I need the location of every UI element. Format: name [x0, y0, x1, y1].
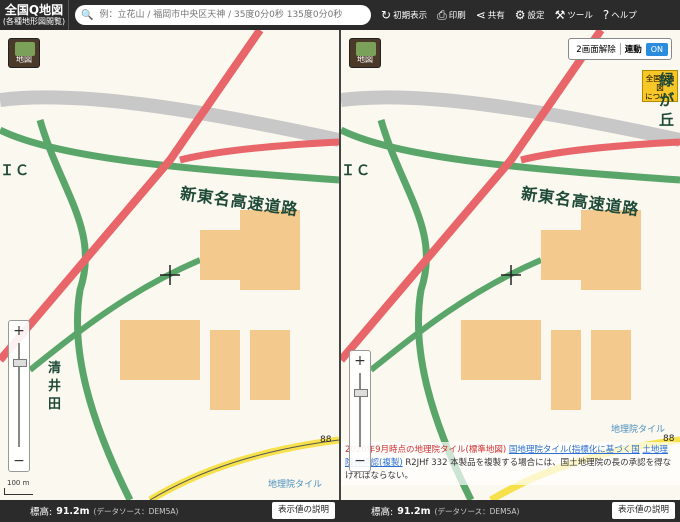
map-pane-left[interactable]: 地図 新東名高速道路 清井田 ＩＣ 88 地理院タイル + − 100 m [0, 30, 339, 500]
tool-icon: ⚒ [554, 8, 566, 22]
zoom-control-right: + − [349, 350, 371, 472]
zoom-slider-handle-right[interactable] [354, 389, 368, 397]
attribution-link-1[interactable]: 国地理院タイル(指標化に基づく国 [509, 445, 640, 455]
top-toolbar: 全国Q地図 (各種地形図閲覧) 🔍 ↻ 初期表示 ⎙ 印刷 ⋖ 共有 ⚙ 設定 … [0, 0, 680, 30]
zoom-out-button[interactable]: − [9, 453, 29, 469]
zoom-slider-handle[interactable] [13, 359, 27, 367]
app-logo[interactable]: 全国Q地図 (各種地形図閲覧) [0, 0, 69, 30]
settings-button[interactable]: ⚙ 設定 [515, 8, 545, 22]
search-icon: 🔍 [81, 9, 94, 21]
scale-bar-left: 100 m [4, 480, 33, 495]
attribution-notice: 2020年9月時点の地理院タイル(標準地図) 国地理院タイル(指標化に基づく国 … [341, 442, 680, 485]
ic-label-right: ＩＣ [341, 163, 371, 179]
gsi-tile-label-left: 地理院タイル [268, 480, 323, 490]
share-icon: ⋖ [475, 8, 486, 22]
place-label-kiyoi: 清井田 [48, 361, 63, 412]
elevation-mark-left: 88 [320, 435, 332, 445]
zoom-control-left: + − [8, 320, 30, 472]
logo-title: 全国Q地図 [4, 3, 64, 17]
zoom-track-right [359, 373, 361, 447]
basemap-switch-button[interactable]: 地図 [8, 38, 40, 68]
explain-values-button-right[interactable]: 表示値の説明 [612, 502, 676, 519]
printer-icon: ⎙ [437, 7, 447, 22]
place-label-midori: 緑が丘 [659, 71, 676, 129]
reset-view-button[interactable]: ↻ 初期表示 [381, 8, 427, 22]
share-button[interactable]: ⋖ 共有 [476, 8, 505, 22]
refresh-icon: ↻ [381, 8, 392, 22]
print-button[interactable]: ⎙ 印刷 [437, 8, 466, 23]
map-pane-right[interactable]: 地図 2画面解除 連動 ON 全国Q地図 について 新東名高速道路 緑が丘 ＩＣ… [341, 30, 680, 500]
tools-button[interactable]: ⚒ ツール [555, 8, 593, 22]
explain-values-button-left[interactable]: 表示値の説明 [272, 502, 336, 519]
elevation-readout-right: 標高: 91.2m (データソース：DEM5A) [371, 505, 520, 519]
map-canvas-left[interactable] [0, 30, 339, 500]
help-icon: ? [602, 8, 610, 22]
dual-screen-controls: 2画面解除 連動 ON [568, 38, 672, 60]
sync-label: 連動 [624, 45, 642, 55]
basemap-switch-button-right[interactable]: 地図 [349, 38, 381, 68]
zoom-out-button-right[interactable]: − [350, 453, 370, 469]
zoom-in-button[interactable]: + [9, 323, 29, 339]
gsi-tile-label-right: 地理院タイル [611, 425, 666, 435]
search-box: 🔍 [75, 5, 371, 25]
elevation-readout-left: 標高: 91.2m (データソース：DEM5A) [30, 505, 179, 519]
logo-subtitle: (各種地形図閲覧) [2, 17, 66, 26]
exit-dual-button[interactable]: 2画面解除 [572, 43, 621, 55]
status-bar: 標高: 91.2m (データソース：DEM5A) 表示値の説明 標高: 91.2… [0, 500, 680, 522]
help-button[interactable]: ? ヘルプ [603, 8, 637, 22]
ic-label-left: ＩＣ [0, 163, 30, 179]
basemap-thumbnail-right [356, 42, 376, 56]
zoom-in-button-right[interactable]: + [350, 353, 370, 369]
basemap-thumbnail [15, 42, 35, 56]
search-input[interactable] [97, 9, 370, 21]
sync-toggle[interactable]: ON [645, 42, 668, 56]
gear-icon: ⚙ [514, 8, 526, 22]
